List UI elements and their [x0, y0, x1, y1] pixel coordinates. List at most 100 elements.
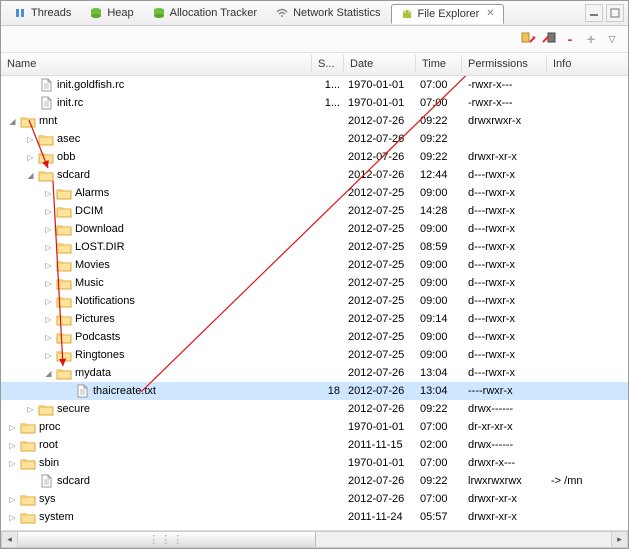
tree-toggle[interactable]: ▷	[43, 188, 54, 199]
tree-row[interactable]: thaicreate.txt182012-07-2613:04----rwxr-…	[1, 382, 628, 400]
tree-toggle[interactable]: ◢	[43, 368, 54, 379]
scroll-right-arrow[interactable]: ▸	[611, 531, 628, 548]
tree-row[interactable]: ▷Download2012-07-2509:00d---rwxr-x	[1, 220, 628, 238]
cell-date: 2012-07-25	[344, 313, 416, 325]
tree-toggle[interactable]: ▷	[43, 350, 54, 361]
tree-row[interactable]: ▷Movies2012-07-2509:00d---rwxr-x	[1, 256, 628, 274]
push-file-icon[interactable]	[541, 31, 557, 47]
tree-row[interactable]: init.rc1...1970-01-0107:00-rwxr-x---	[1, 94, 628, 112]
cell-time: 13:04	[416, 367, 462, 379]
tree-row[interactable]: ▷Ringtones2012-07-2509:00d---rwxr-x	[1, 346, 628, 364]
tree-toggle[interactable]: ▷	[7, 458, 18, 469]
cell-perm: d---rwxr-x	[462, 223, 547, 235]
cell-perm: -rwxr-x---	[462, 97, 547, 109]
file-icon	[38, 78, 54, 92]
tree-toggle[interactable]: ▷	[7, 422, 18, 433]
header-time[interactable]: Time	[416, 55, 462, 73]
folder-icon	[20, 114, 36, 128]
tree-toggle[interactable]: ▷	[43, 224, 54, 235]
tab-heap[interactable]: Heap	[81, 4, 141, 22]
header-info[interactable]: Info	[547, 55, 628, 73]
scroll-track[interactable]: ⋮⋮⋮	[18, 531, 611, 548]
tree-row[interactable]: ▷Music2012-07-2509:00d---rwxr-x	[1, 274, 628, 292]
tree-toggle[interactable]: ▷	[43, 332, 54, 343]
scroll-left-arrow[interactable]: ◂	[1, 531, 18, 548]
tree-toggle[interactable]: ▷	[43, 206, 54, 217]
tree-toggle[interactable]: ▷	[7, 440, 18, 451]
tree-row[interactable]: sdcard2012-07-2609:22lrwxrwxrwx-> /mn	[1, 472, 628, 490]
header-name[interactable]: Name	[1, 55, 312, 73]
maximize-view-button[interactable]	[606, 4, 624, 22]
tree-row[interactable]: ◢mnt2012-07-2609:22drwxrwxr-x	[1, 112, 628, 130]
tree-row[interactable]: ▷secure2012-07-2609:22drwx------	[1, 400, 628, 418]
tab-threads[interactable]: Threads	[5, 4, 79, 22]
cell-time: 09:00	[416, 259, 462, 271]
folder-icon	[20, 510, 36, 524]
ide-panel: Threads Heap Allocation Tracker Network …	[0, 0, 629, 549]
tree-row[interactable]: ▷obb2012-07-2609:22drwxr-xr-x	[1, 148, 628, 166]
cell-size: 1...	[312, 97, 344, 109]
tree-row[interactable]: ▷proc1970-01-0107:00dr-xr-xr-x	[1, 418, 628, 436]
header-date[interactable]: Date	[344, 55, 416, 73]
pull-file-icon[interactable]	[520, 31, 536, 47]
tree-toggle[interactable]: ▷	[43, 296, 54, 307]
cell-time: 13:04	[416, 385, 462, 397]
tree-row[interactable]: ▷sys2012-07-2607:00drwxr-xr-x	[1, 490, 628, 508]
cell-info: -> /mn	[547, 475, 582, 487]
view-menu-chevron-icon[interactable]: ▽	[604, 31, 620, 47]
add-button[interactable]: +	[583, 31, 599, 47]
cell-perm: d---rwxr-x	[462, 313, 547, 325]
tree-row[interactable]: ◢sdcard2012-07-2612:44d---rwxr-x	[1, 166, 628, 184]
tree-toggle[interactable]: ▷	[43, 242, 54, 253]
tab-label: Heap	[107, 7, 133, 19]
tab-allocation[interactable]: Allocation Tracker	[144, 4, 265, 22]
tree-toggle[interactable]: ▷	[25, 152, 36, 163]
tree-row[interactable]: ▷Alarms2012-07-2509:00d---rwxr-x	[1, 184, 628, 202]
tree-row[interactable]: ▷root2011-11-1502:00drwx------	[1, 436, 628, 454]
cell-date: 2012-07-25	[344, 349, 416, 361]
cell-time: 08:59	[416, 241, 462, 253]
cell-time: 09:14	[416, 313, 462, 325]
tab-file-explorer[interactable]: File Explorer ✕	[391, 4, 504, 24]
delete-button[interactable]: -	[562, 31, 578, 47]
cell-perm: d---rwxr-x	[462, 205, 547, 217]
tree-toggle[interactable]: ▷	[43, 260, 54, 271]
tree-toggle[interactable]: ▷	[7, 494, 18, 505]
tab-network[interactable]: Network Statistics	[267, 4, 388, 22]
tree-row[interactable]: ▷Pictures2012-07-2509:14d---rwxr-x	[1, 310, 628, 328]
tree-toggle[interactable]: ▷	[43, 314, 54, 325]
scroll-thumb[interactable]: ⋮⋮⋮	[18, 532, 316, 547]
cell-date: 2011-11-24	[344, 511, 416, 523]
cell-date: 1970-01-01	[344, 457, 416, 469]
cell-perm: d---rwxr-x	[462, 241, 547, 253]
folder-icon	[56, 330, 72, 344]
cell-date: 2012-07-26	[344, 367, 416, 379]
tree-toggle[interactable]: ▷	[25, 404, 36, 415]
cell-time: 09:00	[416, 295, 462, 307]
close-icon[interactable]: ✕	[486, 8, 494, 19]
tree-row[interactable]: ▷Podcasts2012-07-2509:00d---rwxr-x	[1, 328, 628, 346]
tree-row[interactable]: ▷LOST.DIR2012-07-2508:59d---rwxr-x	[1, 238, 628, 256]
tree-row[interactable]: ▷system2011-11-2405:57drwxr-xr-x	[1, 508, 628, 526]
tree-row[interactable]: ▷sbin1970-01-0107:00drwxr-x---	[1, 454, 628, 472]
tree-toggle[interactable]: ▷	[25, 134, 36, 145]
cell-time: 07:00	[416, 421, 462, 433]
tree-row[interactable]: ◢mydata2012-07-2613:04d---rwxr-x	[1, 364, 628, 382]
header-permissions[interactable]: Permissions	[462, 55, 547, 73]
tree-toggle[interactable]: ▷	[7, 512, 18, 523]
header-size[interactable]: S...	[312, 55, 344, 73]
tree-row[interactable]: init.goldfish.rc1...1970-01-0107:00-rwxr…	[1, 76, 628, 94]
horizontal-scrollbar[interactable]: ◂ ⋮⋮⋮ ▸	[1, 530, 628, 548]
cell-size: 1...	[312, 79, 344, 91]
cell-time: 09:00	[416, 349, 462, 361]
tree-toggle[interactable]: ◢	[25, 170, 36, 181]
tab-label: Allocation Tracker	[170, 7, 257, 19]
minimize-view-button[interactable]	[585, 4, 603, 22]
tree-row[interactable]: ▷asec2012-07-2609:22	[1, 130, 628, 148]
tree-row[interactable]: ▷DCIM2012-07-2514:28d---rwxr-x	[1, 202, 628, 220]
file-tree-rows[interactable]: init.goldfish.rc1...1970-01-0107:00-rwxr…	[1, 76, 628, 530]
tree-toggle[interactable]: ▷	[43, 278, 54, 289]
tree-row[interactable]: ▷Notifications2012-07-2509:00d---rwxr-x	[1, 292, 628, 310]
cell-date: 2012-07-25	[344, 223, 416, 235]
tree-toggle[interactable]: ◢	[7, 116, 18, 127]
